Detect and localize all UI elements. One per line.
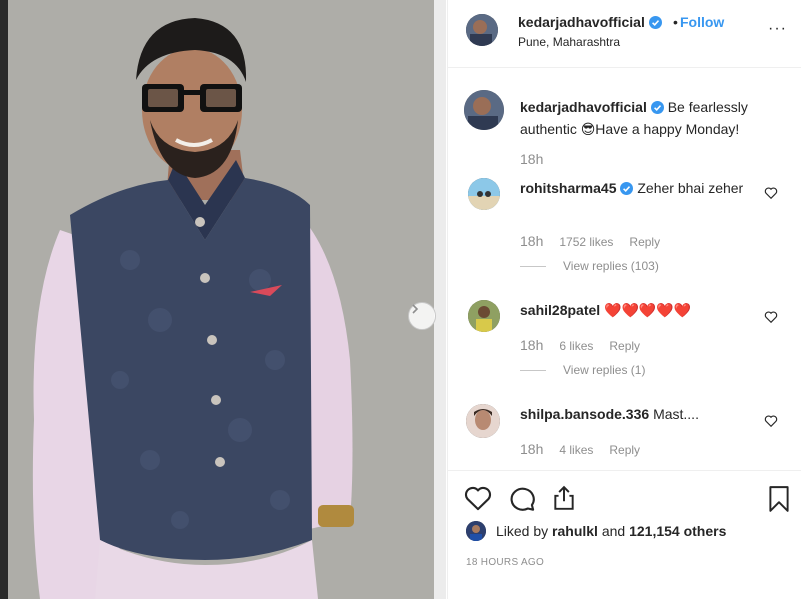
- post-details-panel: kedarjadhavofficial • Follow Pune, Mahar…: [447, 0, 801, 599]
- comment-timestamp[interactable]: 18h: [520, 337, 543, 353]
- comment-text: Zeher bhai zeher: [637, 180, 744, 196]
- view-replies-button[interactable]: View replies (1): [520, 363, 645, 377]
- comment-text: Mast....: [653, 406, 699, 422]
- caption-author-avatar[interactable]: [464, 90, 504, 130]
- comment-reply-button[interactable]: Reply: [629, 235, 660, 249]
- comment-reply-button[interactable]: Reply: [609, 339, 640, 353]
- comment-timestamp[interactable]: 18h: [520, 233, 543, 249]
- author-username[interactable]: kedarjadhavofficial: [518, 14, 662, 30]
- comment-username[interactable]: sahil28patel: [520, 302, 600, 318]
- liked-by-user[interactable]: rahulkl: [552, 523, 598, 539]
- more-options-button[interactable]: ···: [768, 20, 787, 38]
- view-replies-label: View replies (1): [563, 363, 646, 377]
- comment-reply-button[interactable]: Reply: [609, 443, 640, 457]
- verified-badge-icon: [650, 101, 664, 114]
- comment-username[interactable]: rohitsharma45: [520, 180, 616, 196]
- comment-username[interactable]: shilpa.bansode.336: [520, 406, 649, 422]
- comment-like-heart-icon[interactable]: [764, 310, 778, 324]
- comment-meta: 18h 6 likes Reply: [520, 337, 640, 353]
- comment-meta: 18h 4 likes Reply: [520, 441, 640, 457]
- comment-likes-count[interactable]: 6 likes: [559, 339, 593, 353]
- post-photo-illustration: [0, 0, 446, 599]
- post-actions-section: Liked by rahulkl and 121,154 others 18 H…: [448, 470, 801, 599]
- post-photo[interactable]: [0, 0, 446, 599]
- comment-text: ❤️❤️❤️❤️❤️: [604, 302, 692, 318]
- verified-badge-icon: [648, 16, 662, 29]
- liked-by-summary: Liked by rahulkl and 121,154 others: [466, 521, 726, 541]
- liked-by-and: and: [601, 523, 626, 539]
- post-header: kedarjadhavofficial • Follow Pune, Mahar…: [448, 0, 801, 68]
- comment-likes-count[interactable]: 1752 likes: [559, 235, 613, 249]
- comment-likes-count[interactable]: 4 likes: [559, 443, 593, 457]
- liked-by-prefix: Liked by: [496, 523, 549, 539]
- view-replies-label: View replies (103): [563, 259, 659, 273]
- post-caption: kedarjadhavofficial Be fearlessly authen…: [520, 96, 786, 140]
- comment-avatar[interactable]: [468, 178, 500, 210]
- verified-badge-icon: [620, 182, 634, 195]
- header-separator: •: [673, 14, 678, 30]
- caption-timestamp[interactable]: 18h: [520, 151, 543, 167]
- liked-by-avatar[interactable]: [466, 521, 486, 541]
- view-replies-button[interactable]: View replies (103): [520, 259, 659, 273]
- post-timestamp[interactable]: 18 HOURS AGO: [466, 557, 544, 568]
- caption-username[interactable]: kedarjadhavofficial: [520, 99, 647, 115]
- chevron-right-icon: [412, 304, 419, 314]
- comment-avatar[interactable]: [466, 404, 500, 438]
- photo-left-edge: [0, 0, 8, 599]
- replies-divider: [520, 369, 546, 371]
- comment-like-heart-icon[interactable]: [764, 414, 778, 428]
- next-image-button[interactable]: [408, 302, 436, 330]
- post-location[interactable]: Pune, Maharashtra: [518, 35, 620, 49]
- comment-icon[interactable]: [508, 485, 536, 511]
- bookmark-icon[interactable]: [768, 485, 790, 513]
- author-avatar[interactable]: [466, 14, 498, 46]
- photo-right-edge: [434, 0, 446, 599]
- comment-text-block: shilpa.bansode.336 Mast....: [520, 404, 750, 424]
- comment-text-block: sahil28patel ❤️❤️❤️❤️❤️: [520, 300, 750, 320]
- comment-avatar[interactable]: [468, 300, 500, 332]
- share-icon[interactable]: [552, 485, 576, 511]
- liked-by-others[interactable]: 121,154 others: [629, 523, 726, 539]
- comment-text-block: rohitsharma45 Zeher bhai zeher: [520, 178, 750, 198]
- replies-divider: [520, 265, 546, 267]
- follow-button[interactable]: Follow: [680, 14, 724, 30]
- comment-meta: 18h 1752 likes Reply: [520, 233, 660, 249]
- comment-timestamp[interactable]: 18h: [520, 441, 543, 457]
- heart-icon[interactable]: [464, 485, 492, 511]
- comment-like-heart-icon[interactable]: [764, 186, 778, 200]
